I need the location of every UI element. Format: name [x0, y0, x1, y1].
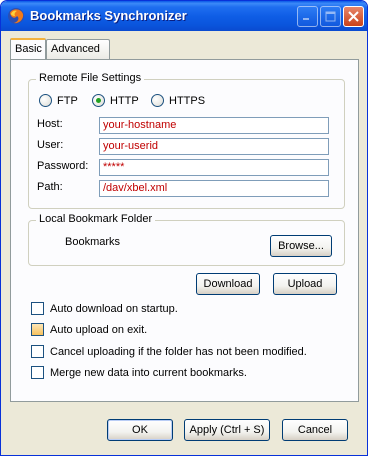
radio-dot-icon — [96, 98, 101, 103]
radio-label-https: HTTPS — [169, 94, 206, 107]
upload-button[interactable]: Upload — [273, 273, 337, 295]
minimize-icon — [303, 18, 309, 20]
browse-button[interactable]: Browse... — [270, 235, 332, 257]
apply-button[interactable]: Apply (Ctrl + S) — [184, 419, 270, 441]
radio-button[interactable] — [151, 94, 164, 107]
option-merge-data[interactable]: Merge new data into current bookmarks. — [31, 366, 247, 379]
tab-basic[interactable]: Basic — [10, 38, 46, 59]
user-input[interactable]: your-userid — [99, 138, 329, 155]
minimize-button[interactable] — [297, 6, 318, 27]
ok-button[interactable]: OK — [107, 419, 173, 441]
tab-panel-basic: Remote File Settings FTP HTTP HTTPS Host… — [10, 59, 359, 402]
maximize-icon — [325, 11, 336, 22]
checkbox[interactable] — [31, 345, 44, 358]
option-cancel-if-unmodified[interactable]: Cancel uploading if the folder has not b… — [31, 345, 307, 358]
radio-http[interactable]: HTTP — [92, 94, 139, 107]
path-label: Path: — [37, 181, 63, 193]
checkbox[interactable] — [31, 302, 44, 315]
radio-label-ftp: FTP — [57, 94, 78, 107]
checkbox[interactable] — [31, 366, 44, 379]
cancel-button[interactable]: Cancel — [282, 419, 348, 441]
password-input[interactable]: ***** — [99, 159, 329, 176]
maximize-button[interactable] — [320, 6, 341, 27]
host-input[interactable]: your-hostname — [99, 117, 329, 134]
close-icon — [348, 11, 359, 22]
radio-button-selected[interactable] — [92, 94, 105, 107]
option-label: Merge new data into current bookmarks. — [50, 366, 247, 379]
group-label-local: Local Bookmark Folder — [36, 213, 156, 225]
local-bookmark-folder-group: Local Bookmark Folder Bookmarks Browse..… — [28, 213, 345, 266]
title-bar[interactable]: Bookmarks Synchronizer — [1, 1, 367, 31]
firefox-icon — [8, 8, 24, 24]
group-label-remote: Remote File Settings — [36, 72, 145, 84]
tab-advanced[interactable]: Advanced — [46, 39, 110, 59]
option-label: Auto download on startup. — [50, 302, 178, 315]
option-label: Cancel uploading if the folder has not b… — [50, 345, 307, 358]
radio-label-http: HTTP — [110, 94, 139, 107]
download-button[interactable]: Download — [196, 273, 260, 295]
option-label: Auto upload on exit. — [50, 323, 148, 336]
radio-https[interactable]: HTTPS — [151, 94, 205, 107]
path-input[interactable]: /dav/xbel.xml — [99, 180, 329, 197]
folder-name: Bookmarks — [65, 236, 121, 248]
dialog-window: Bookmarks Synchronizer Basic Advanced Re… — [0, 0, 368, 456]
user-label: User: — [37, 139, 64, 151]
close-button[interactable] — [343, 6, 364, 27]
option-auto-upload[interactable]: Auto upload on exit. — [31, 323, 147, 336]
password-label: Password: — [37, 160, 89, 172]
remote-file-settings-group: Remote File Settings FTP HTTP HTTPS Host… — [28, 72, 345, 209]
checkbox[interactable] — [31, 323, 44, 336]
radio-button[interactable] — [39, 94, 52, 107]
option-auto-download[interactable]: Auto download on startup. — [31, 302, 178, 315]
radio-ftp[interactable]: FTP — [39, 94, 78, 107]
window-title: Bookmarks Synchronizer — [30, 8, 187, 23]
host-label: Host: — [37, 118, 63, 130]
